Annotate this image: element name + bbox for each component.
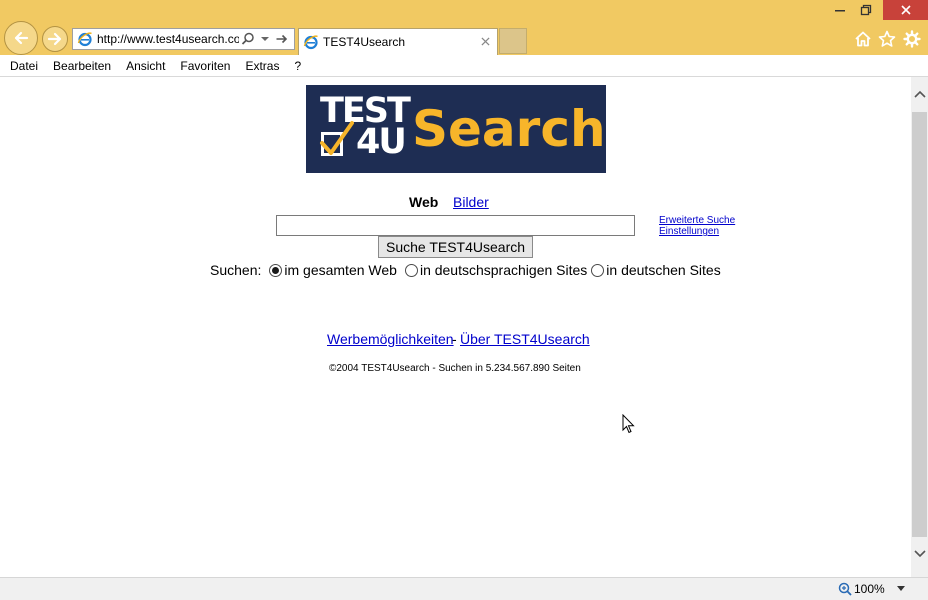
close-tab-button[interactable] [479, 34, 491, 48]
scope-radio-german-language[interactable] [404, 263, 418, 277]
new-tab-button[interactable] [499, 28, 527, 54]
search-address-button[interactable] [240, 31, 256, 47]
scroll-thumb[interactable] [912, 112, 927, 537]
gear-icon [903, 30, 921, 48]
footer-separator: - [452, 331, 457, 347]
minimize-icon [835, 10, 845, 12]
test4u-search-logo: TEST 4U Search [306, 85, 606, 173]
chevron-down-icon [913, 550, 926, 558]
scope-label-web: im gesamten Web [284, 262, 397, 278]
search-icon [241, 32, 254, 45]
menu-item-extras[interactable]: Extras [237, 59, 286, 73]
tab-title: TEST4Usearch [323, 35, 406, 49]
logo-word: Search [412, 100, 606, 158]
vertical-scrollbar[interactable] [911, 77, 928, 577]
home-icon [855, 31, 871, 47]
browser-titlebar: TEST4Usearch [0, 0, 928, 55]
chevron-down-icon [261, 37, 269, 41]
about-link[interactable]: Über TEST4Usearch [460, 331, 590, 347]
status-bar: 100% [0, 577, 928, 600]
page-content: TEST 4U Search Web Bilder Erweiterte Suc… [0, 77, 911, 577]
tab-images[interactable]: Bilder [453, 194, 489, 210]
scope-label: Suchen: [210, 262, 262, 278]
menu-item-help[interactable]: ? [286, 59, 308, 73]
settings-link[interactable]: Einstellungen [659, 226, 735, 237]
advertising-link[interactable]: Werbemöglichkeiten [327, 331, 454, 347]
logo-line2: 4U [356, 122, 407, 162]
scope-radio-german-sites[interactable] [591, 263, 605, 277]
go-arrow-icon [276, 34, 288, 44]
scope-label-german-language: in deutschsprachigen Sites [419, 262, 588, 278]
scroll-down-button[interactable] [911, 537, 928, 571]
scope-radio-web[interactable] [269, 263, 283, 277]
tools-button[interactable] [902, 29, 922, 49]
back-button[interactable] [4, 21, 38, 55]
home-button[interactable] [853, 29, 873, 49]
search-input[interactable] [276, 215, 635, 236]
tab-web: Web [409, 194, 439, 210]
zoom-level[interactable]: 100% [854, 582, 885, 596]
search-options-links: Erweiterte Suche Einstellungen [659, 215, 735, 237]
chevron-down-icon[interactable] [897, 586, 905, 592]
minimize-button[interactable] [826, 0, 854, 20]
close-icon [480, 36, 490, 46]
restore-icon [860, 4, 872, 16]
search-button[interactable]: Suche TEST4Usearch [378, 236, 533, 258]
mouse-cursor-icon [622, 414, 635, 434]
address-bar [72, 28, 295, 50]
ie-logo-icon [77, 32, 92, 47]
menu-item-datei[interactable]: Datei [0, 59, 45, 73]
checkmark-icon [320, 121, 354, 155]
close-window-button[interactable] [883, 0, 928, 20]
menu-bar: Datei Bearbeiten Ansicht Favoriten Extra… [0, 55, 928, 77]
address-dropdown-button[interactable] [257, 31, 273, 47]
chevron-up-icon [913, 90, 926, 98]
go-button[interactable] [274, 31, 290, 47]
search-scope-group: Suchen: im gesamten Web in deutschsprach… [210, 262, 725, 278]
menu-item-favoriten[interactable]: Favoriten [172, 59, 237, 73]
copyright-text: ©2004 TEST4Usearch - Suchen in 5.234.567… [329, 363, 581, 374]
advanced-search-link[interactable]: Erweiterte Suche [659, 215, 735, 226]
arrow-left-icon [14, 31, 29, 45]
forward-button[interactable] [42, 26, 68, 52]
arrow-right-icon [47, 32, 62, 46]
menu-item-ansicht[interactable]: Ansicht [118, 59, 172, 73]
restore-button[interactable] [852, 0, 880, 20]
close-icon [900, 5, 911, 15]
address-input[interactable] [97, 32, 239, 46]
scroll-up-button[interactable] [911, 77, 928, 111]
scope-label-german-sites: in deutschen Sites [606, 262, 721, 278]
menu-item-bearbeiten[interactable]: Bearbeiten [45, 59, 118, 73]
favorites-button[interactable] [877, 29, 897, 49]
zoom-icon[interactable] [838, 582, 852, 596]
star-icon [878, 30, 896, 47]
tab-test4usearch[interactable]: TEST4Usearch [298, 28, 498, 55]
ie-logo-icon [303, 35, 318, 50]
